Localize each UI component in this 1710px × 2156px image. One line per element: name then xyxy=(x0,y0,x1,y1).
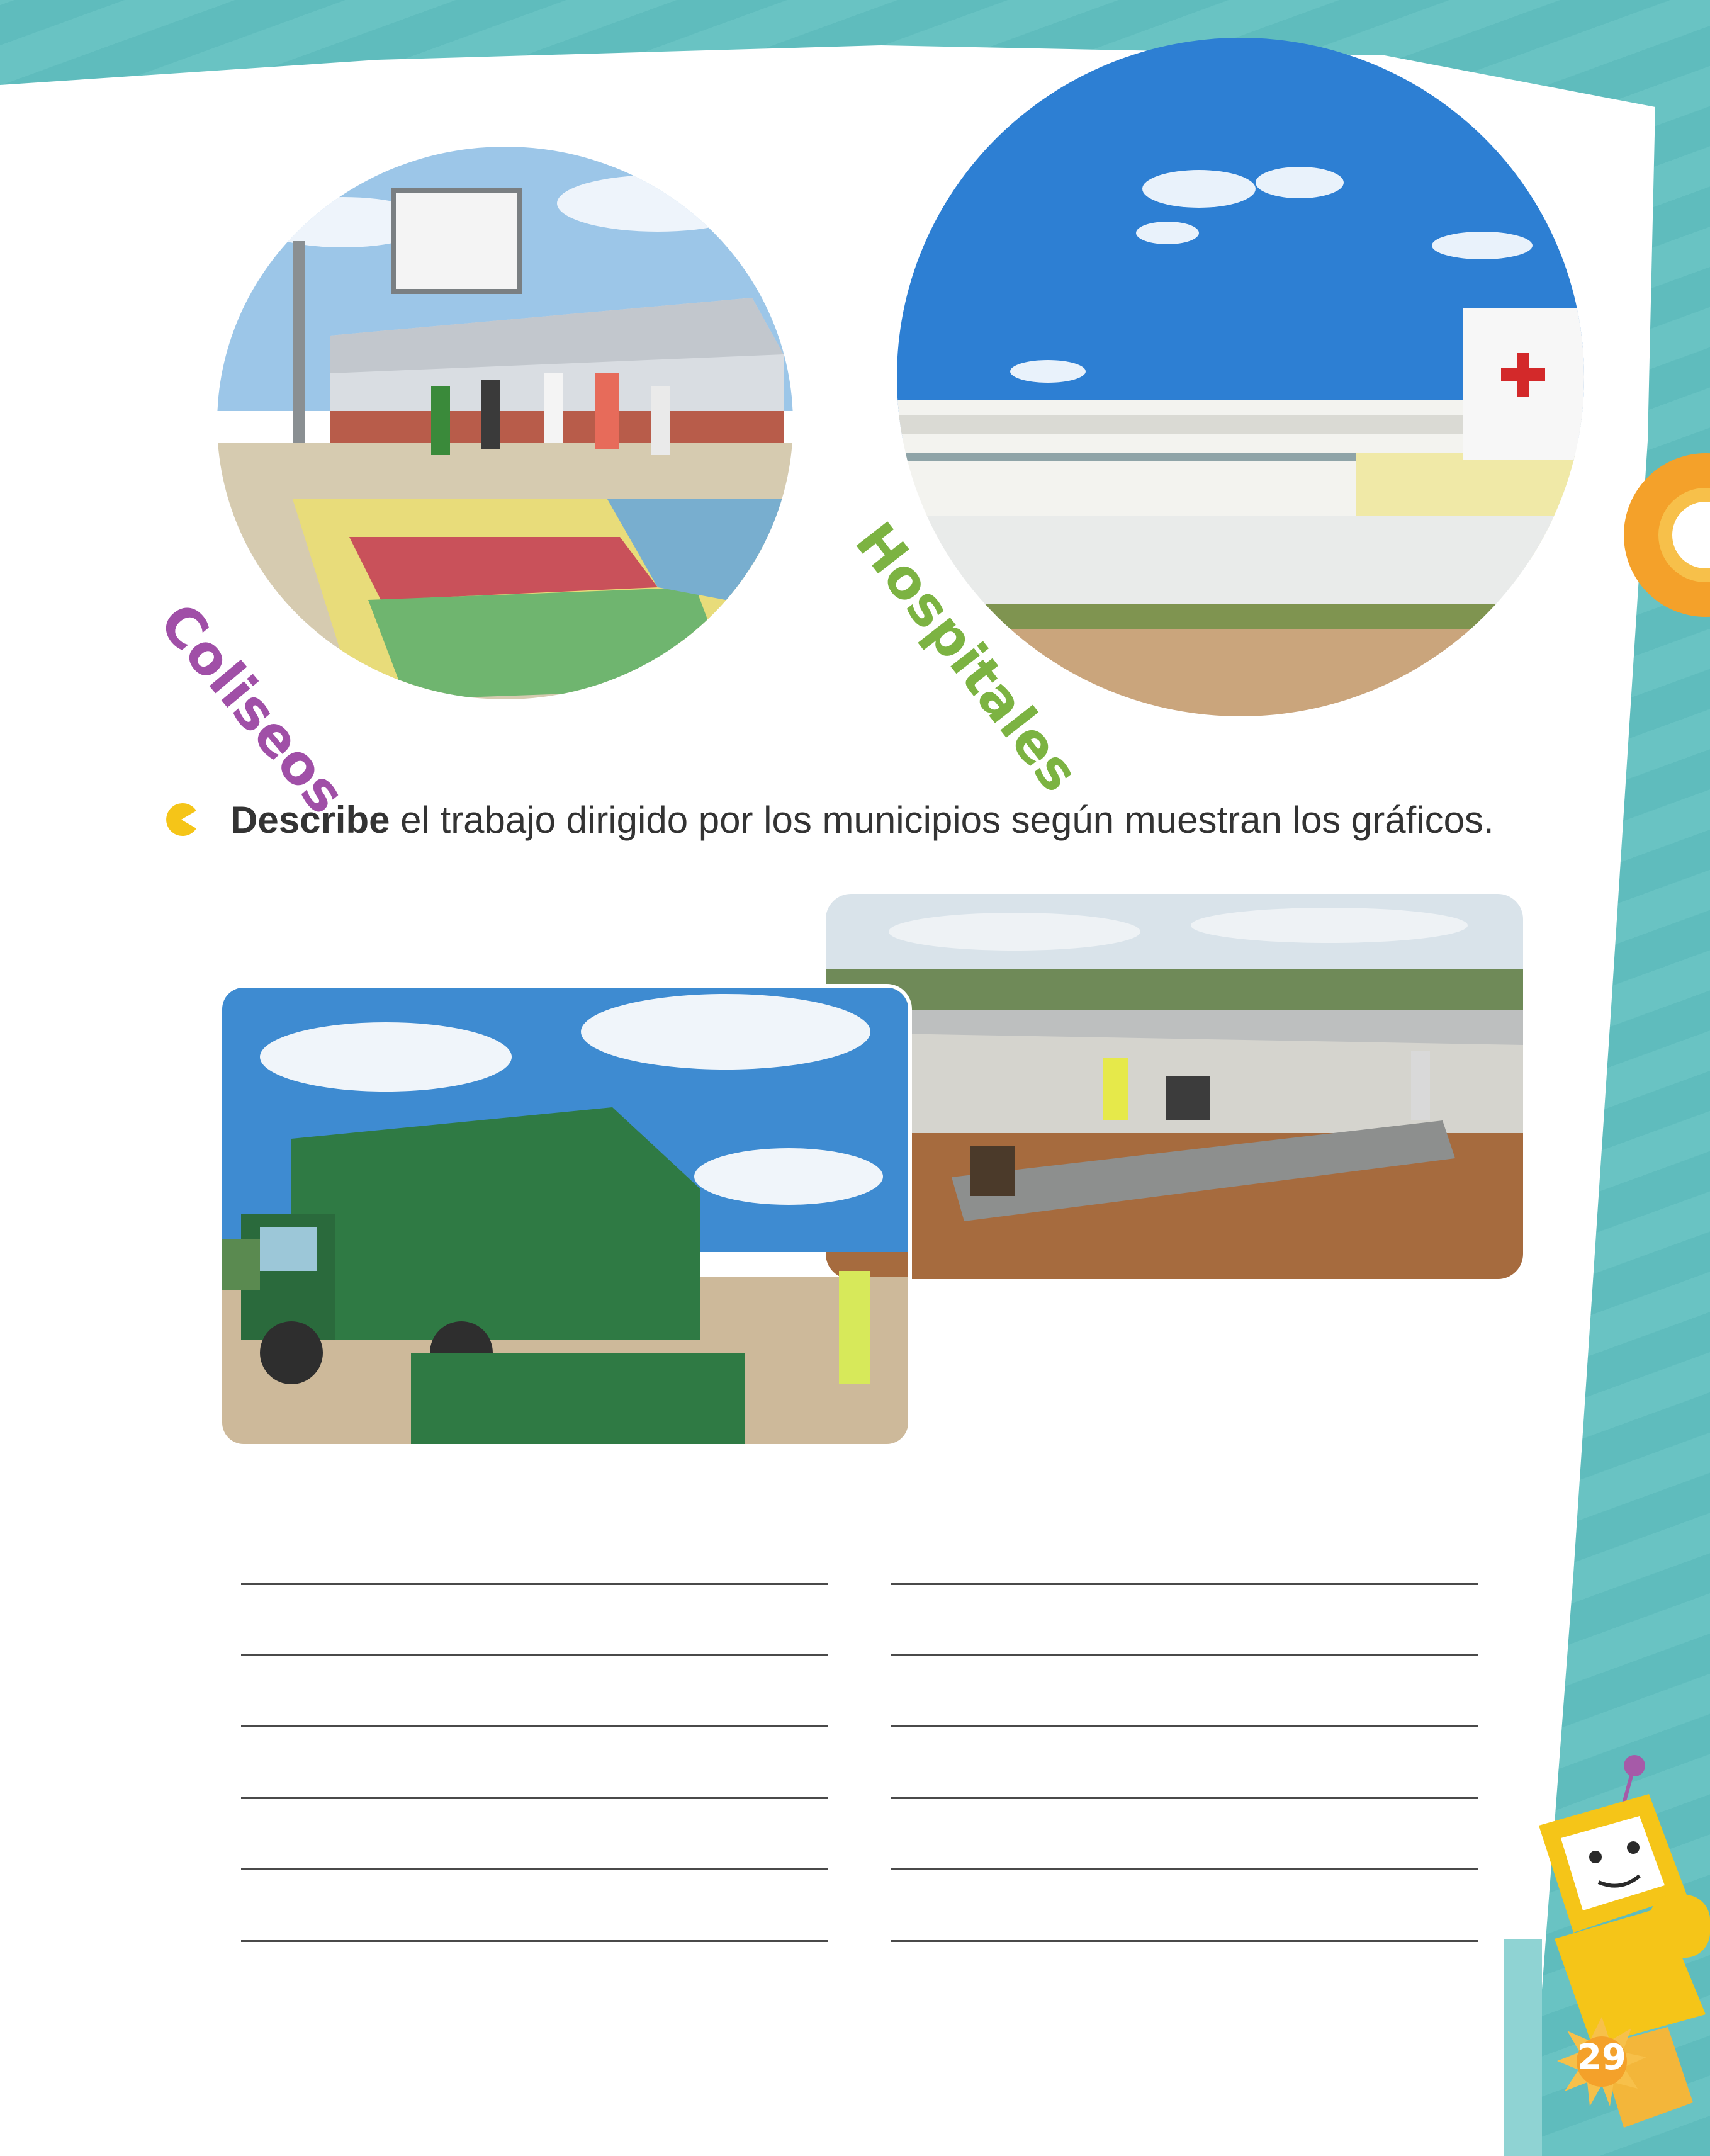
writing-line[interactable] xyxy=(891,1940,1478,1942)
garbage-truck-photo xyxy=(218,984,912,1448)
pacman-bullet-icon xyxy=(166,803,196,836)
writing-line[interactable] xyxy=(891,1654,1478,1656)
writing-line[interactable] xyxy=(891,1725,1478,1727)
instruction-bold: Describe xyxy=(230,799,390,841)
writing-line[interactable] xyxy=(891,1868,1478,1870)
writing-line[interactable] xyxy=(241,1940,828,1942)
writing-line[interactable] xyxy=(241,1583,828,1585)
instruction-rest: el trabajo dirigido por los municipios s… xyxy=(390,799,1494,841)
hospital-photo xyxy=(897,38,1584,716)
writing-line[interactable] xyxy=(241,1797,828,1799)
writing-line[interactable] xyxy=(891,1583,1478,1585)
instruction-text: Describe el trabajo dirigido por los mun… xyxy=(230,798,1494,842)
road-construction-photo xyxy=(826,894,1523,1279)
writing-line[interactable] xyxy=(891,1797,1478,1799)
writing-line[interactable] xyxy=(241,1654,828,1656)
page-number: 29 xyxy=(1577,2037,1626,2078)
coliseo-photo xyxy=(217,147,793,699)
writing-line[interactable] xyxy=(241,1868,828,1870)
writing-line[interactable] xyxy=(241,1725,828,1727)
